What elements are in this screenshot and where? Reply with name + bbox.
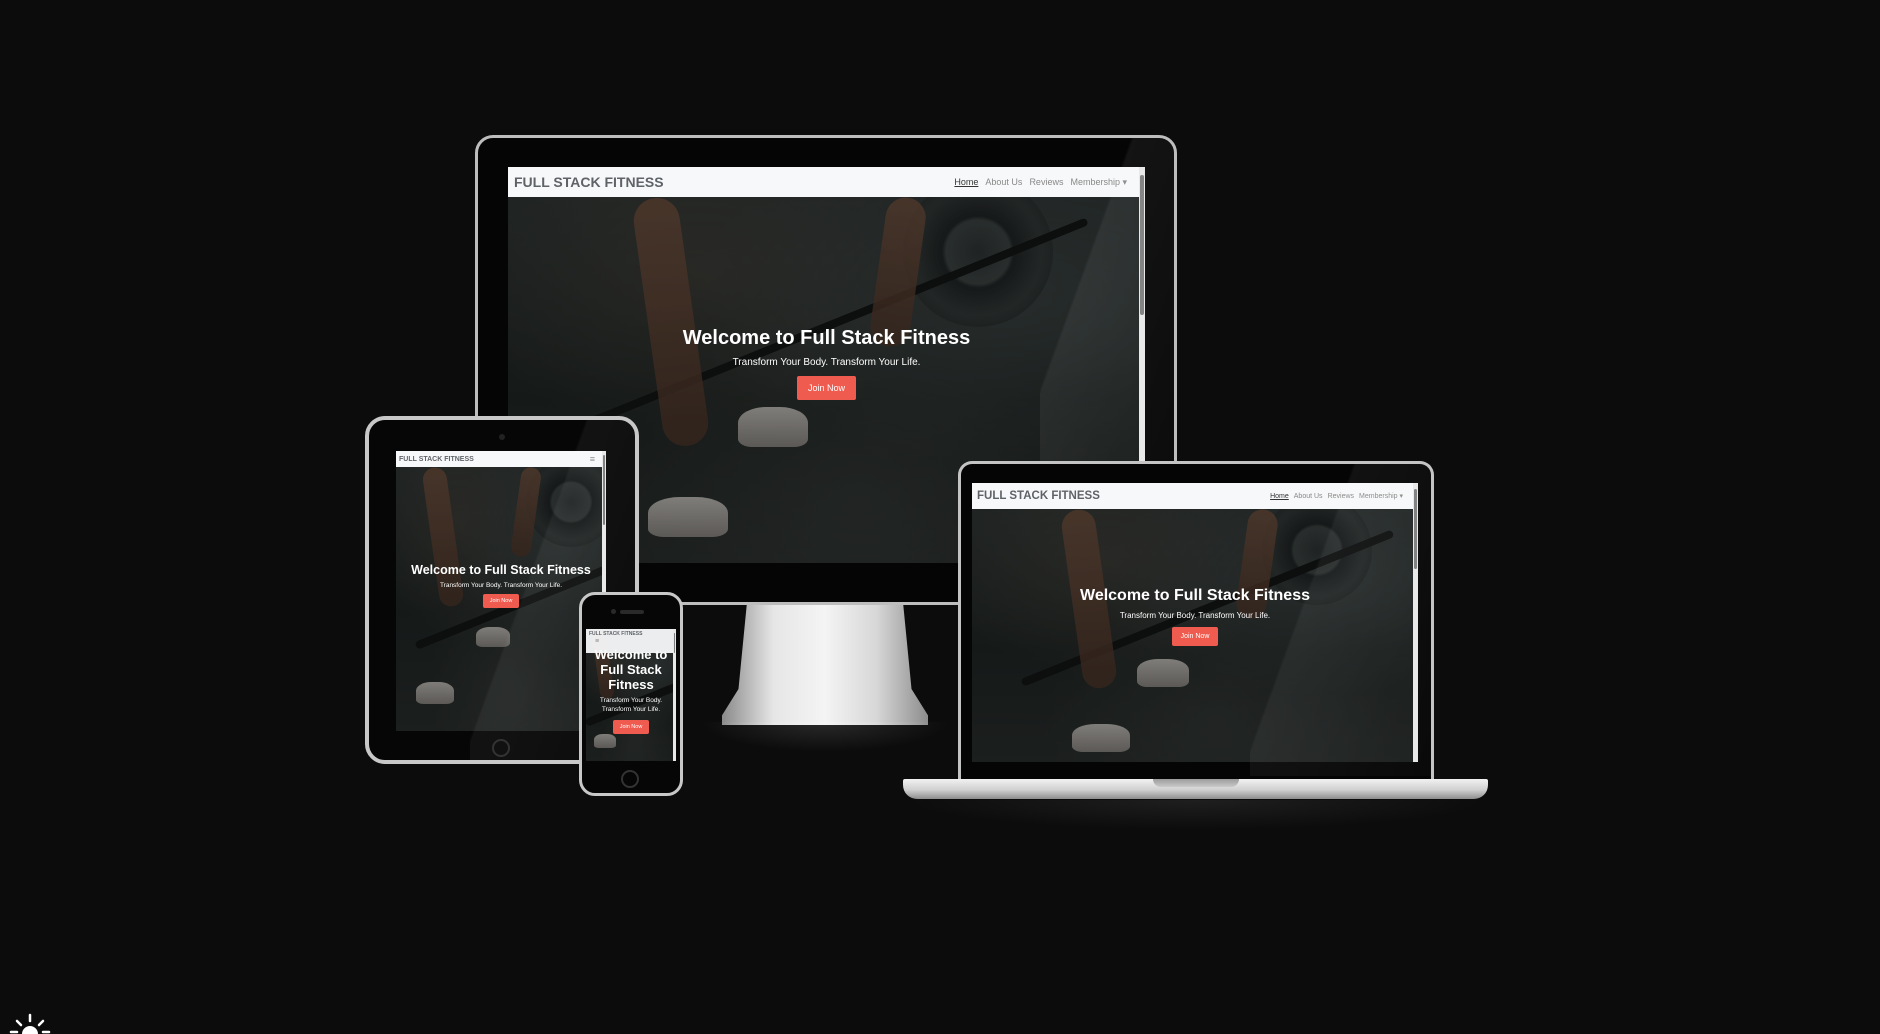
hero-content: Welcome to Full Stack Fitness Transform … — [972, 587, 1418, 646]
brand-logo[interactable]: FULL STACK FITNESS — [514, 174, 664, 190]
nav-link-reviews[interactable]: Reviews — [1029, 177, 1063, 187]
scrollbar[interactable] — [673, 629, 676, 761]
laptop-website: FULL STACK FITNESS Home About Us Reviews… — [972, 483, 1418, 762]
join-now-button[interactable]: Join Now — [1171, 627, 1219, 646]
phone-home-button — [621, 770, 639, 788]
nav-links: Home About Us Reviews Membership ▾ — [1265, 492, 1403, 501]
nav-link-membership[interactable]: Membership ▾ — [1070, 177, 1127, 188]
hero-title: Welcome to Full Stack Fitness — [594, 647, 668, 692]
nav-links: Home About Us Reviews Membership ▾ — [947, 177, 1127, 188]
navbar: FULL STACK FITNESS Home About Us Reviews… — [508, 167, 1145, 197]
navbar: FULL STACK FITNESS ≡ — [396, 451, 606, 467]
nav-link-home[interactable]: Home — [954, 177, 978, 187]
phone-website: Welcome to Full Stack Fitness Transform … — [586, 629, 676, 761]
laptop-shadow — [903, 800, 1488, 830]
nav-link-reviews[interactable]: Reviews — [1328, 493, 1354, 500]
join-now-button[interactable]: Join Now — [482, 594, 520, 608]
nav-link-about[interactable]: About Us — [985, 177, 1022, 187]
hero-content: Welcome to Full Stack Fitness Transform … — [396, 563, 606, 608]
tablet-home-button — [492, 739, 510, 757]
brand-logo[interactable]: FULL STACK FITNESS — [399, 456, 474, 463]
hero-content: Welcome to Full Stack Fitness Transform … — [508, 327, 1145, 400]
hero-subtitle: Transform Your Body. Transform Your Life… — [1119, 611, 1271, 620]
monitor-stand — [722, 605, 928, 725]
monitor-stand-shadow — [700, 722, 950, 752]
hero-title: Welcome to Full Stack Fitness — [682, 327, 971, 349]
hero-title: Welcome to Full Stack Fitness — [411, 563, 591, 577]
brand-logo[interactable]: FULL STACK FITNESS — [977, 490, 1100, 502]
nav-link-membership[interactable]: Membership ▾ — [1359, 492, 1403, 500]
hero-subtitle: Transform Your Body. Transform Your Life… — [599, 697, 663, 713]
nav-link-home[interactable]: Home — [1270, 493, 1289, 500]
sun-icon[interactable] — [8, 1012, 52, 1034]
nav-link-about[interactable]: About Us — [1294, 493, 1323, 500]
laptop-notch — [1153, 779, 1239, 787]
navbar: FULL STACK FITNESS ≡ — [586, 629, 676, 653]
hero-title: Welcome to Full Stack Fitness — [1080, 587, 1310, 604]
phone-camera — [611, 609, 616, 614]
hero-subtitle: Transform Your Body. Transform Your Life… — [732, 357, 921, 368]
hamburger-menu-icon[interactable]: ≡ — [590, 454, 595, 464]
tablet-website: FULL STACK FITNESS ≡ Welcome to Full Sta… — [396, 451, 606, 731]
hero-content: Welcome to Full Stack Fitness Transform … — [586, 647, 676, 734]
brand-logo[interactable]: FULL STACK FITNESS — [589, 631, 673, 637]
hero-subtitle: Transform Your Body. Transform Your Life… — [439, 582, 563, 589]
join-now-button[interactable]: Join Now — [612, 720, 650, 734]
join-now-button[interactable]: Join Now — [796, 376, 856, 400]
phone-speaker — [620, 610, 644, 614]
tablet-camera — [499, 434, 505, 440]
navbar: FULL STACK FITNESS Home About Us Reviews… — [972, 483, 1418, 509]
hamburger-menu-icon[interactable]: ≡ — [595, 638, 673, 645]
